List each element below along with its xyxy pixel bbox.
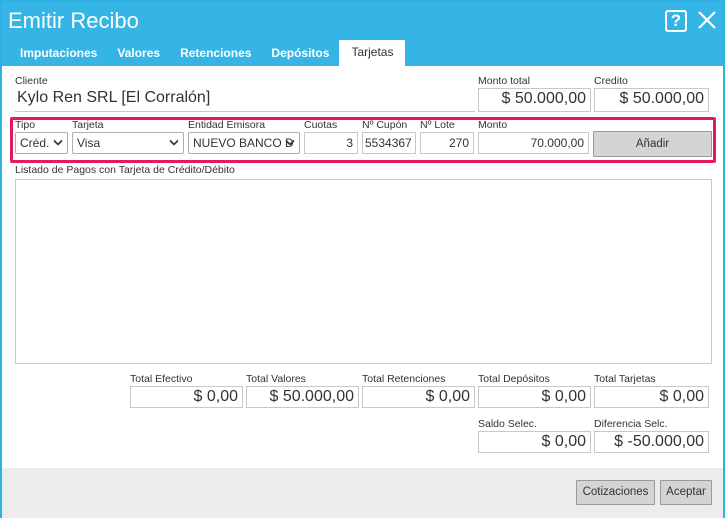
- tarjeta-select[interactable]: Visa: [72, 132, 184, 154]
- cliente-label: Cliente: [15, 75, 48, 87]
- tab-imputaciones[interactable]: Imputaciones: [10, 42, 107, 66]
- tab-valores[interactable]: Valores: [107, 42, 170, 66]
- close-icon[interactable]: [696, 9, 718, 31]
- diferencia-label: Diferencia Selc.: [594, 418, 668, 430]
- chevron-down-icon: [169, 139, 179, 146]
- saldo-label: Saldo Selec.: [478, 418, 537, 430]
- saldo-field: $ 0,00: [478, 431, 591, 453]
- total-retenciones-field: $ 0,00: [362, 386, 475, 408]
- entidad-label: Entidad Emisora: [188, 119, 266, 131]
- add-button[interactable]: Añadir: [593, 131, 712, 157]
- tab-bar: Imputaciones Valores Retenciones Depósit…: [10, 40, 406, 66]
- total-tarjetas-field: $ 0,00: [594, 386, 709, 408]
- cuotas-label: Cuotas: [304, 119, 338, 131]
- dialog-window: Emitir Recibo ? Imputaciones Valores Ret…: [0, 0, 725, 518]
- cupon-label: Nº Cupón: [362, 119, 408, 131]
- tab-retenciones[interactable]: Retenciones: [170, 42, 261, 66]
- title-bar: Emitir Recibo ? Imputaciones Valores Ret…: [2, 2, 723, 66]
- tarjeta-label: Tarjeta: [72, 119, 104, 131]
- entidad-select[interactable]: NUEVO BANCO D: [188, 132, 300, 154]
- chevron-down-icon: [285, 139, 295, 146]
- cupon-field[interactable]: 5534367: [362, 132, 416, 154]
- entidad-value: NUEVO BANCO D: [193, 136, 294, 150]
- total-valores-field: $ 50.000,00: [246, 386, 359, 408]
- diferencia-field: $ -50.000,00: [594, 431, 709, 453]
- credito-field: $ 50.000,00: [594, 88, 709, 112]
- dialog-footer: Cotizaciones Aceptar: [2, 468, 723, 518]
- total-efectivo-label: Total Efectivo: [130, 373, 193, 385]
- total-retenciones-label: Total Retenciones: [362, 373, 446, 385]
- listado-label: Listado de Pagos con Tarjeta de Crédito/…: [15, 164, 235, 176]
- credito-label: Credito: [594, 75, 628, 87]
- cliente-field[interactable]: Kylo Ren SRL [El Corralón]: [15, 88, 475, 112]
- tab-depositos[interactable]: Depósitos: [261, 42, 339, 66]
- total-depositos-field: $ 0,00: [478, 386, 591, 408]
- tarjeta-value: Visa: [77, 136, 101, 150]
- cotizaciones-button[interactable]: Cotizaciones: [576, 480, 655, 505]
- total-depositos-label: Total Depósitos: [478, 373, 550, 385]
- monto-label: Monto: [478, 119, 508, 131]
- tipo-select[interactable]: Créd.: [15, 132, 68, 154]
- total-tarjetas-label: Total Tarjetas: [594, 373, 656, 385]
- lote-field[interactable]: 270: [420, 132, 474, 154]
- chevron-down-icon: [53, 139, 63, 146]
- total-efectivo-field: $ 0,00: [130, 386, 243, 408]
- total-valores-label: Total Valores: [246, 373, 306, 385]
- lote-label: Nº Lote: [420, 119, 455, 131]
- tab-tarjetas[interactable]: Tarjetas: [339, 40, 406, 66]
- help-icon[interactable]: ?: [665, 10, 687, 32]
- tab-content: Cliente Kylo Ren SRL [El Corralón] Monto…: [2, 66, 723, 468]
- payments-list[interactable]: [15, 179, 712, 364]
- tipo-value: Créd.: [20, 136, 50, 150]
- monto-total-field: $ 50.000,00: [478, 88, 591, 112]
- cuotas-field[interactable]: 3: [304, 132, 358, 154]
- monto-field[interactable]: 70.000,00: [478, 132, 589, 154]
- window-title: Emitir Recibo: [8, 8, 139, 33]
- tipo-label: Tipo: [15, 119, 36, 131]
- aceptar-button[interactable]: Aceptar: [660, 480, 712, 505]
- monto-total-label: Monto total: [478, 75, 530, 87]
